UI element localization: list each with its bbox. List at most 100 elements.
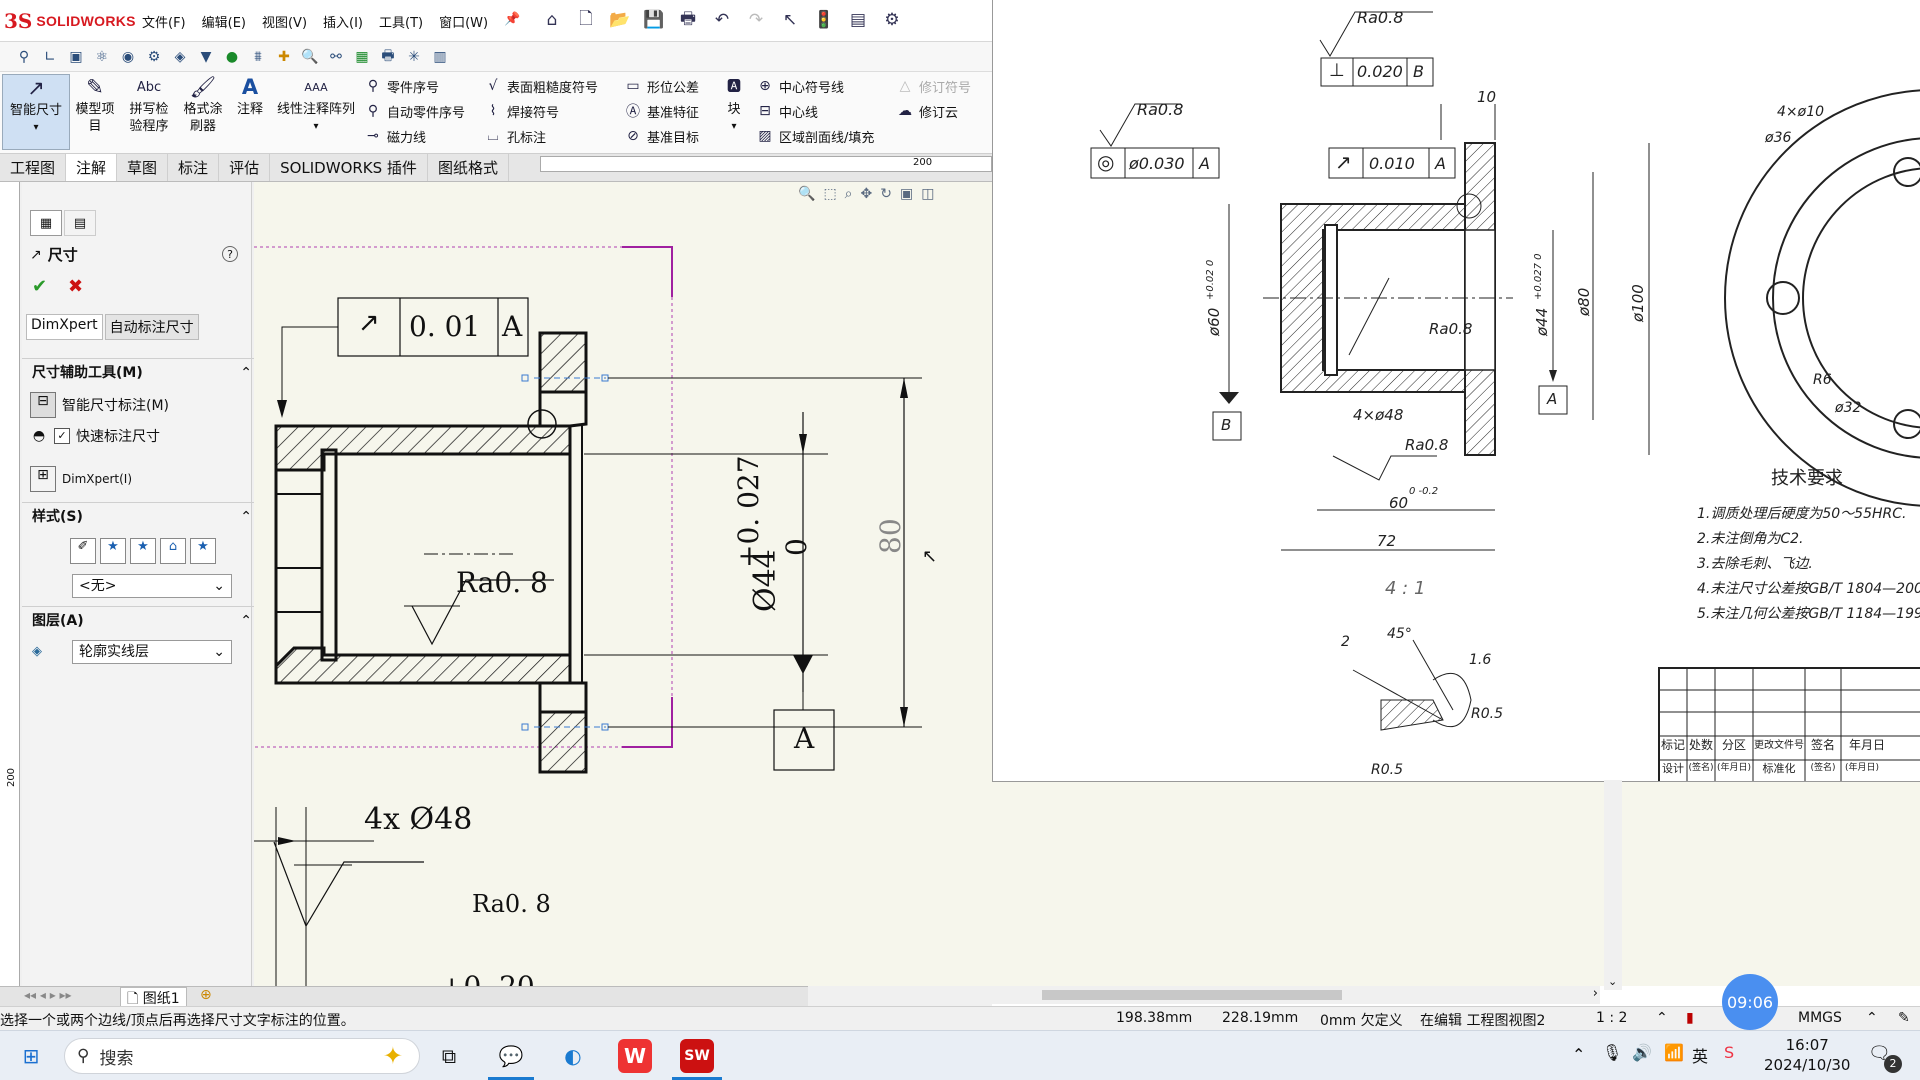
wps-office-icon[interactable]: W bbox=[618, 1039, 652, 1073]
dimxpert-option[interactable]: ⊞ DimXpert(I) bbox=[30, 466, 132, 492]
print-icon[interactable]: 🖶 bbox=[676, 8, 700, 32]
tool-icon-15[interactable]: 🖶 bbox=[378, 47, 398, 67]
scroll-down-arrow-icon[interactable]: ⌄ bbox=[1608, 975, 1617, 988]
status-scale[interactable]: 1 : 2 bbox=[1596, 1010, 1627, 1026]
edge-browser-icon[interactable]: ◐ bbox=[556, 1039, 590, 1073]
menu-view[interactable]: 视图(V) bbox=[262, 12, 307, 31]
centerline-button[interactable]: ⊟ 中心线 bbox=[756, 99, 818, 123]
microphone-icon[interactable]: 🎙 bbox=[1602, 1043, 1622, 1062]
tool-icon-8[interactable]: ▼ bbox=[196, 47, 216, 67]
tool-icon-3[interactable]: ▣ bbox=[66, 47, 86, 67]
menu-insert[interactable]: 插入(I) bbox=[323, 12, 363, 31]
tool-icon-5[interactable]: ◉ bbox=[118, 47, 138, 67]
auto-balloon-button[interactable]: ⚲ 自动零件序号 bbox=[364, 99, 465, 123]
rebuild-icon[interactable]: ▮ bbox=[1686, 1010, 1694, 1026]
chevron-down-icon[interactable]: ▾ bbox=[720, 118, 748, 135]
menu-tools[interactable]: 工具(T) bbox=[379, 12, 423, 31]
menu-window[interactable]: 窗口(W) bbox=[439, 12, 488, 31]
linear-note-pattern-button[interactable]: AAA 线性注释阵列 ▾ bbox=[272, 74, 360, 148]
tab-addins[interactable]: SOLIDWORKS 插件 bbox=[270, 154, 428, 181]
windows-start-icon[interactable]: ⊞ bbox=[14, 1039, 48, 1073]
menu-edit[interactable]: 编辑(E) bbox=[202, 12, 246, 31]
weld-symbol-button[interactable]: ⌇ 焊接符号 bbox=[484, 99, 559, 123]
scroll-right-arrow-icon[interactable]: › bbox=[1593, 986, 1598, 1001]
tool-icon-13[interactable]: ⚯ bbox=[326, 47, 346, 67]
spell-check-button[interactable]: Abc 拼写检验程序 bbox=[124, 74, 174, 148]
smart-dimension-button[interactable]: ↗ 智能尺寸 ▾ bbox=[2, 74, 70, 150]
tab-annotation[interactable]: 注解 bbox=[66, 154, 118, 181]
sogou-ime-icon[interactable]: S bbox=[1724, 1043, 1734, 1062]
center-mark-button[interactable]: ⊕ 中心符号线 bbox=[756, 74, 844, 98]
customize-icon[interactable]: ✎ bbox=[1898, 1010, 1910, 1026]
quick-dim-checkbox[interactable]: ✓ bbox=[54, 428, 70, 444]
tool-icon-7[interactable]: ◈ bbox=[170, 47, 190, 67]
tool-icon-4[interactable]: ⚛ bbox=[92, 47, 112, 67]
area-hatch-button[interactable]: ▨ 区域剖面线/填充 bbox=[756, 124, 874, 148]
volume-icon[interactable]: 🔊 bbox=[1632, 1043, 1652, 1062]
open-folder-icon[interactable]: 📂 bbox=[608, 8, 632, 32]
tab-markup[interactable]: 标注 bbox=[168, 154, 220, 181]
tool-icon-6[interactable]: ⚙ bbox=[144, 47, 164, 67]
options-gear-icon[interactable]: ⚙ bbox=[880, 8, 904, 32]
home-icon[interactable]: ⌂ bbox=[540, 8, 564, 32]
pin-icon[interactable]: 📌 bbox=[504, 12, 520, 31]
style-apply-icon[interactable]: ✐ bbox=[70, 538, 96, 564]
format-painter-button[interactable]: 🖌 格式涂刷器 bbox=[178, 74, 228, 148]
section-dimension-tools[interactable]: 尺寸辅助工具(M) ⌃ bbox=[22, 358, 260, 387]
task-view-icon[interactable]: ⧉ bbox=[432, 1039, 466, 1073]
tool-icon-2[interactable]: ∟ bbox=[40, 47, 60, 67]
status-units[interactable]: MMGS bbox=[1798, 1010, 1842, 1026]
style-load-icon[interactable]: ★ bbox=[190, 538, 216, 564]
collapse-chevron-icon[interactable]: ⌃ bbox=[240, 503, 252, 531]
save-icon[interactable]: 💾 bbox=[642, 8, 666, 32]
new-document-icon[interactable]: 🗋 bbox=[574, 8, 598, 32]
smart-dimension-option[interactable]: ⊟ 智能尺寸标注(M) bbox=[30, 392, 169, 418]
wechat-icon[interactable]: 💬 bbox=[494, 1039, 528, 1073]
redo-icon[interactable]: ↷ bbox=[744, 8, 768, 32]
style-save-icon[interactable]: ⌂ bbox=[160, 538, 186, 564]
quick-dimension-option[interactable]: ◓ ✓ 快速标注尺寸 bbox=[30, 426, 160, 446]
menu-file[interactable]: 文件(F) bbox=[142, 12, 186, 31]
tray-chevron-icon[interactable]: ⌃ bbox=[1572, 1045, 1585, 1064]
section-layer[interactable]: 图层(A) ⌃ bbox=[22, 606, 260, 635]
drawing-canvas[interactable]: 🔍 ⬚ ⌕ ✥ ↻ ▣ ◫ ↗ 0. 01 A Ra0. 8 Ra0. 8 Ø4… bbox=[254, 182, 992, 990]
vertical-scrollbar[interactable]: ⌄ bbox=[1604, 780, 1622, 990]
hole-callout-button[interactable]: ⌴ 孔标注 bbox=[484, 124, 546, 148]
tab-sketch[interactable]: 草图 bbox=[117, 154, 169, 181]
taskbar-clock[interactable]: 16:07 2024/10/30 bbox=[1764, 1035, 1850, 1075]
horizontal-scroll-thumb[interactable] bbox=[1042, 990, 1342, 1000]
tool-icon-9[interactable]: ● bbox=[222, 47, 242, 67]
tab-sheet-format[interactable]: 图纸格式 bbox=[428, 154, 509, 181]
sheet-nav-icons[interactable]: ◂◂ ◂ ▸ ▸▸ bbox=[24, 988, 72, 1002]
magnetic-line-button[interactable]: ⊸ 磁力线 bbox=[364, 124, 426, 148]
block-button[interactable]: 🅰 块 ▾ bbox=[720, 74, 748, 148]
file-properties-icon[interactable]: ▤ bbox=[846, 8, 870, 32]
status-chevron-icon[interactable]: ⌃ bbox=[1656, 1010, 1668, 1026]
collapse-chevron-icon[interactable]: ⌃ bbox=[240, 607, 252, 635]
layer-select[interactable]: 轮廓实线层 ⌄ bbox=[72, 640, 232, 664]
style-delete-icon[interactable]: ★ bbox=[130, 538, 156, 564]
subtab-auto-dimension[interactable]: 自动标注尺寸 bbox=[104, 314, 199, 340]
solidworks-taskbar-icon[interactable]: SW bbox=[680, 1039, 714, 1073]
surface-finish-button[interactable]: √ 表面粗糙度符号 bbox=[484, 74, 598, 98]
select-pointer-icon[interactable]: ↖ bbox=[778, 8, 802, 32]
undo-icon[interactable]: ↶ bbox=[710, 8, 734, 32]
property-manager-tab-icon[interactable]: ▦ bbox=[30, 210, 62, 236]
floating-clock-badge[interactable]: 09:06 bbox=[1722, 974, 1778, 1030]
section-style[interactable]: 样式(S) ⌃ bbox=[22, 502, 260, 531]
balloon-button[interactable]: ⚲ 零件序号 bbox=[364, 74, 439, 98]
solidworks-logo[interactable]: 3S SOLIDWORKS bbox=[4, 9, 136, 33]
tool-icon-11[interactable]: ✚ bbox=[274, 47, 294, 67]
datum-feature-button[interactable]: Ⓐ 基准特征 bbox=[624, 99, 699, 123]
horizontal-scrollbar[interactable]: › bbox=[820, 986, 1600, 1004]
units-chevron-icon[interactable]: ⌃ bbox=[1866, 1010, 1878, 1026]
wifi-icon[interactable]: 📶 bbox=[1664, 1043, 1684, 1062]
chevron-down-icon[interactable]: ▾ bbox=[3, 119, 69, 136]
tool-icon-16[interactable]: ✳ bbox=[404, 47, 424, 67]
tab-evaluate[interactable]: 评估 bbox=[219, 154, 271, 181]
chevron-down-icon[interactable]: ▾ bbox=[272, 118, 360, 135]
help-icon[interactable]: ? bbox=[222, 246, 238, 262]
ok-check-icon[interactable]: ✔ bbox=[32, 276, 47, 297]
ime-indicator[interactable]: 英 bbox=[1692, 1043, 1708, 1067]
geometric-tolerance-button[interactable]: ▭ 形位公差 bbox=[624, 74, 699, 98]
